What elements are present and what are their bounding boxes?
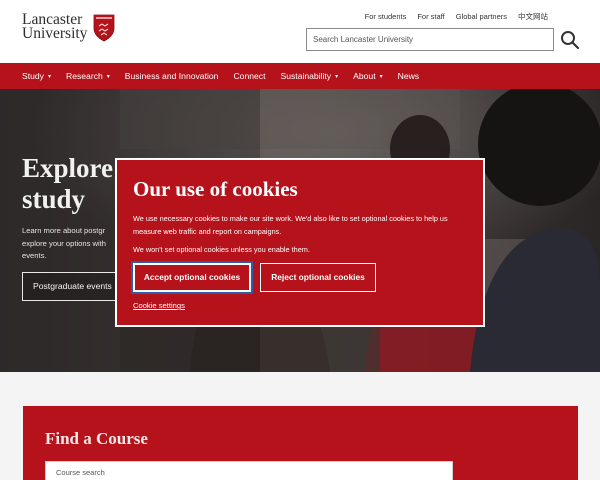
nav-item-news[interactable]: News [398, 71, 420, 81]
nav-item-sustainability[interactable]: Sustainability ▾ [280, 71, 338, 81]
cookie-dialog-title: Our use of cookies [133, 177, 298, 201]
chevron-down-icon: ▾ [335, 73, 339, 80]
nav-item-label: Sustainability [280, 71, 332, 81]
logo-line-2: University [22, 25, 88, 42]
nav-item-label: Connect [233, 71, 266, 81]
nav-item-connect[interactable]: Connect [233, 71, 265, 81]
link-for-staff[interactable]: For staff [417, 10, 444, 24]
course-search-field[interactable] [45, 461, 453, 480]
nav-item-label: Research [66, 71, 103, 81]
nav-item-label: Study [22, 71, 44, 81]
site-header: Lancaster University For students For st… [0, 0, 600, 63]
chevron-down-icon: ▾ [47, 73, 51, 80]
logo-wordmark: Lancaster University [22, 12, 88, 42]
chevron-down-icon: ▾ [106, 73, 110, 80]
find-a-course-panel: Find a Course [23, 406, 578, 480]
site-search-field[interactable] [306, 28, 554, 51]
page: Lancaster University For students For st… [0, 0, 600, 480]
nav-item-about[interactable]: About ▾ [353, 71, 382, 81]
chevron-down-icon: ▾ [379, 73, 383, 80]
nav-item-label: News [397, 71, 420, 81]
utility-links: For students For staff Global partners 中… [365, 10, 548, 24]
nav-item-business-innovation[interactable]: Business and Innovation [125, 71, 219, 81]
link-chinese-site[interactable]: 中文网站 [518, 10, 548, 24]
link-global-partners[interactable]: Global partners [456, 10, 507, 24]
cookie-consent-dialog: Our use of cookies We use necessary cook… [115, 158, 485, 327]
crest-icon [93, 14, 115, 42]
site-search-input[interactable] [307, 29, 553, 50]
university-logo[interactable]: Lancaster University [22, 10, 122, 50]
link-for-students[interactable]: For students [365, 10, 407, 24]
find-a-course-title: Find a Course [45, 429, 148, 448]
hero-title-line-1: Explore [22, 153, 114, 183]
cookie-optional-note: We won't set optional cookies unless you… [133, 245, 310, 254]
reject-optional-cookies-button[interactable]: Reject optional cookies [260, 263, 376, 292]
hero-title-line-2: study [22, 184, 86, 214]
hero-title: Explore study [22, 153, 113, 215]
nav-item-research[interactable]: Research ▾ [66, 71, 110, 81]
cookie-intro-line-2: measure web traffic and report on campai… [133, 227, 282, 236]
cookie-settings-link[interactable]: Cookie settings [133, 301, 185, 310]
search-icon[interactable] [558, 28, 582, 52]
cookie-intro-line-1: We use necessary cookies to make our sit… [133, 214, 448, 223]
postgraduate-events-button[interactable]: Postgraduate events [22, 272, 123, 301]
nav-item-label: About [353, 71, 376, 81]
nav-item-study[interactable]: Study ▾ [22, 71, 51, 81]
accept-optional-cookies-button[interactable]: Accept optional cookies [131, 261, 253, 294]
course-search-input[interactable] [46, 462, 452, 480]
cookie-intro-text: We use necessary cookies to make our sit… [133, 212, 473, 238]
main-nav: Study ▾ Research ▾ Business and Innovati… [0, 63, 600, 89]
nav-item-label: Business and Innovation [124, 71, 219, 81]
